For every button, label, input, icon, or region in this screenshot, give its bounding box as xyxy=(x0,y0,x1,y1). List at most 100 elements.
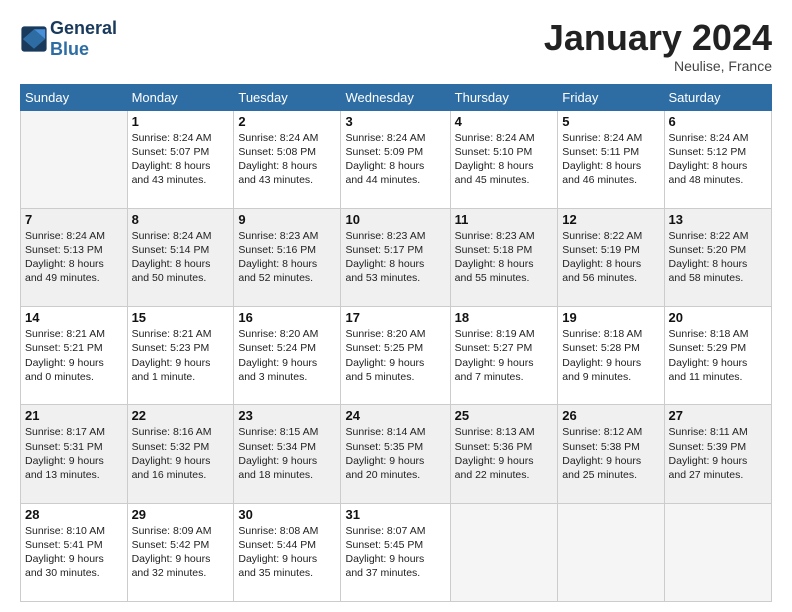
day-number: 29 xyxy=(132,507,230,522)
calendar-day-cell: 21 Sunrise: 8:17 AMSunset: 5:31 PMDayligh… xyxy=(21,405,128,503)
day-info: Sunrise: 8:20 AMSunset: 5:24 PMDaylight:… xyxy=(238,327,336,384)
calendar-day-cell: 23 Sunrise: 8:15 AMSunset: 5:34 PMDayligh… xyxy=(234,405,341,503)
header: General Blue January 2024 Neulise, Franc… xyxy=(20,18,772,74)
calendar-day-cell: 12 Sunrise: 8:22 AMSunset: 5:19 PMDayligh… xyxy=(558,208,664,306)
day-number: 27 xyxy=(669,408,767,423)
day-info: Sunrise: 8:18 AMSunset: 5:29 PMDaylight:… xyxy=(669,327,767,384)
day-number: 30 xyxy=(238,507,336,522)
day-info: Sunrise: 8:19 AMSunset: 5:27 PMDaylight:… xyxy=(455,327,554,384)
calendar-day-cell: 24Sunrise: 8:14 AMSunset: 5:35 PMDayligh… xyxy=(341,405,450,503)
month-title: January 2024 xyxy=(544,18,772,58)
day-of-week-header: Wednesday xyxy=(341,84,450,110)
day-info: Sunrise: 8:17 AMSunset: 5:31 PMDaylight:… xyxy=(25,425,123,482)
day-info: Sunrise: 8:07 AMSunset: 5:45 PMDaylight:… xyxy=(345,524,445,581)
calendar-day-cell: 30 Sunrise: 8:08 AMSunset: 5:44 PMDayligh… xyxy=(234,503,341,601)
day-number: 20 xyxy=(669,310,767,325)
day-of-week-header: Tuesday xyxy=(234,84,341,110)
day-number: 18 xyxy=(455,310,554,325)
calendar-day-cell: 4 Sunrise: 8:24 AMSunset: 5:10 PMDaylight… xyxy=(450,110,558,208)
day-info: Sunrise: 8:22 AMSunset: 5:20 PMDaylight:… xyxy=(669,229,767,286)
logo-text: General Blue xyxy=(50,18,117,59)
day-number: 12 xyxy=(562,212,659,227)
day-number: 17 xyxy=(345,310,445,325)
day-number: 9 xyxy=(238,212,336,227)
day-info: Sunrise: 8:24 AMSunset: 5:08 PMDaylight:… xyxy=(238,131,336,188)
day-info: Sunrise: 8:08 AMSunset: 5:44 PMDaylight:… xyxy=(238,524,336,581)
day-info: Sunrise: 8:23 AMSunset: 5:17 PMDaylight:… xyxy=(345,229,445,286)
day-info: Sunrise: 8:20 AMSunset: 5:25 PMDaylight:… xyxy=(345,327,445,384)
calendar-day-cell xyxy=(450,503,558,601)
day-of-week-header: Saturday xyxy=(664,84,771,110)
day-number: 6 xyxy=(669,114,767,129)
calendar-day-cell: 2 Sunrise: 8:24 AMSunset: 5:08 PMDaylight… xyxy=(234,110,341,208)
calendar-week-row: 21 Sunrise: 8:17 AMSunset: 5:31 PMDayligh… xyxy=(21,405,772,503)
day-number: 14 xyxy=(25,310,123,325)
calendar-week-row: 7Sunrise: 8:24 AMSunset: 5:13 PMDaylight… xyxy=(21,208,772,306)
day-info: Sunrise: 8:24 AMSunset: 5:12 PMDaylight:… xyxy=(669,131,767,188)
day-info: Sunrise: 8:18 AMSunset: 5:28 PMDaylight:… xyxy=(562,327,659,384)
day-number: 1 xyxy=(132,114,230,129)
day-number: 4 xyxy=(455,114,554,129)
calendar-day-cell: 29 Sunrise: 8:09 AMSunset: 5:42 PMDayligh… xyxy=(127,503,234,601)
calendar-day-cell: 25Sunrise: 8:13 AMSunset: 5:36 PMDayligh… xyxy=(450,405,558,503)
calendar-day-cell: 9 Sunrise: 8:23 AMSunset: 5:16 PMDaylight… xyxy=(234,208,341,306)
day-info: Sunrise: 8:23 AMSunset: 5:16 PMDaylight:… xyxy=(238,229,336,286)
calendar-day-cell: 14 Sunrise: 8:21 AMSunset: 5:21 PMDayligh… xyxy=(21,307,128,405)
calendar-table: SundayMondayTuesdayWednesdayThursdayFrid… xyxy=(20,84,772,602)
day-of-week-header: Friday xyxy=(558,84,664,110)
day-of-week-header: Thursday xyxy=(450,84,558,110)
day-info: Sunrise: 8:12 AMSunset: 5:38 PMDaylight:… xyxy=(562,425,659,482)
calendar-day-cell: 8Sunrise: 8:24 AMSunset: 5:14 PMDaylight… xyxy=(127,208,234,306)
logo: General Blue xyxy=(20,18,117,59)
calendar-week-row: 14 Sunrise: 8:21 AMSunset: 5:21 PMDayligh… xyxy=(21,307,772,405)
day-number: 26 xyxy=(562,408,659,423)
calendar-day-cell: 31 Sunrise: 8:07 AMSunset: 5:45 PMDayligh… xyxy=(341,503,450,601)
day-info: Sunrise: 8:11 AMSunset: 5:39 PMDaylight:… xyxy=(669,425,767,482)
page: General Blue January 2024 Neulise, Franc… xyxy=(0,0,792,612)
calendar-day-cell: 19 Sunrise: 8:18 AMSunset: 5:28 PMDayligh… xyxy=(558,307,664,405)
day-info: Sunrise: 8:23 AMSunset: 5:18 PMDaylight:… xyxy=(455,229,554,286)
calendar-day-cell: 3 Sunrise: 8:24 AMSunset: 5:09 PMDaylight… xyxy=(341,110,450,208)
day-number: 25 xyxy=(455,408,554,423)
calendar-day-cell: 27 Sunrise: 8:11 AMSunset: 5:39 PMDayligh… xyxy=(664,405,771,503)
calendar-day-cell xyxy=(664,503,771,601)
day-number: 31 xyxy=(345,507,445,522)
day-info: Sunrise: 8:10 AMSunset: 5:41 PMDaylight:… xyxy=(25,524,123,581)
day-number: 2 xyxy=(238,114,336,129)
day-number: 21 xyxy=(25,408,123,423)
title-area: January 2024 Neulise, France xyxy=(544,18,772,74)
calendar-day-cell: 7Sunrise: 8:24 AMSunset: 5:13 PMDaylight… xyxy=(21,208,128,306)
calendar-day-cell: 6 Sunrise: 8:24 AMSunset: 5:12 PMDaylight… xyxy=(664,110,771,208)
day-info: Sunrise: 8:24 AMSunset: 5:07 PMDaylight:… xyxy=(132,131,230,188)
day-of-week-header: Sunday xyxy=(21,84,128,110)
day-info: Sunrise: 8:24 AMSunset: 5:11 PMDaylight:… xyxy=(562,131,659,188)
day-number: 13 xyxy=(669,212,767,227)
calendar-header-row: SundayMondayTuesdayWednesdayThursdayFrid… xyxy=(21,84,772,110)
day-info: Sunrise: 8:21 AMSunset: 5:23 PMDaylight:… xyxy=(132,327,230,384)
calendar-day-cell: 18 Sunrise: 8:19 AMSunset: 5:27 PMDayligh… xyxy=(450,307,558,405)
day-number: 23 xyxy=(238,408,336,423)
day-info: Sunrise: 8:09 AMSunset: 5:42 PMDaylight:… xyxy=(132,524,230,581)
calendar-day-cell: 22Sunrise: 8:16 AMSunset: 5:32 PMDayligh… xyxy=(127,405,234,503)
location: Neulise, France xyxy=(544,58,772,74)
day-of-week-header: Monday xyxy=(127,84,234,110)
day-info: Sunrise: 8:24 AMSunset: 5:10 PMDaylight:… xyxy=(455,131,554,188)
day-info: Sunrise: 8:14 AMSunset: 5:35 PMDaylight:… xyxy=(345,425,445,482)
day-info: Sunrise: 8:21 AMSunset: 5:21 PMDaylight:… xyxy=(25,327,123,384)
day-info: Sunrise: 8:22 AMSunset: 5:19 PMDaylight:… xyxy=(562,229,659,286)
day-info: Sunrise: 8:24 AMSunset: 5:09 PMDaylight:… xyxy=(345,131,445,188)
day-number: 3 xyxy=(345,114,445,129)
calendar-day-cell: 17 Sunrise: 8:20 AMSunset: 5:25 PMDayligh… xyxy=(341,307,450,405)
day-info: Sunrise: 8:15 AMSunset: 5:34 PMDaylight:… xyxy=(238,425,336,482)
calendar-day-cell: 26 Sunrise: 8:12 AMSunset: 5:38 PMDayligh… xyxy=(558,405,664,503)
calendar-day-cell: 28 Sunrise: 8:10 AMSunset: 5:41 PMDayligh… xyxy=(21,503,128,601)
calendar-day-cell: 11Sunrise: 8:23 AMSunset: 5:18 PMDayligh… xyxy=(450,208,558,306)
day-number: 10 xyxy=(345,212,445,227)
day-number: 28 xyxy=(25,507,123,522)
calendar-day-cell: 1 Sunrise: 8:24 AMSunset: 5:07 PMDaylight… xyxy=(127,110,234,208)
calendar-day-cell: 20 Sunrise: 8:18 AMSunset: 5:29 PMDayligh… xyxy=(664,307,771,405)
day-number: 19 xyxy=(562,310,659,325)
day-number: 7 xyxy=(25,212,123,227)
calendar-day-cell: 10 Sunrise: 8:23 AMSunset: 5:17 PMDayligh… xyxy=(341,208,450,306)
logo-icon xyxy=(20,25,48,53)
